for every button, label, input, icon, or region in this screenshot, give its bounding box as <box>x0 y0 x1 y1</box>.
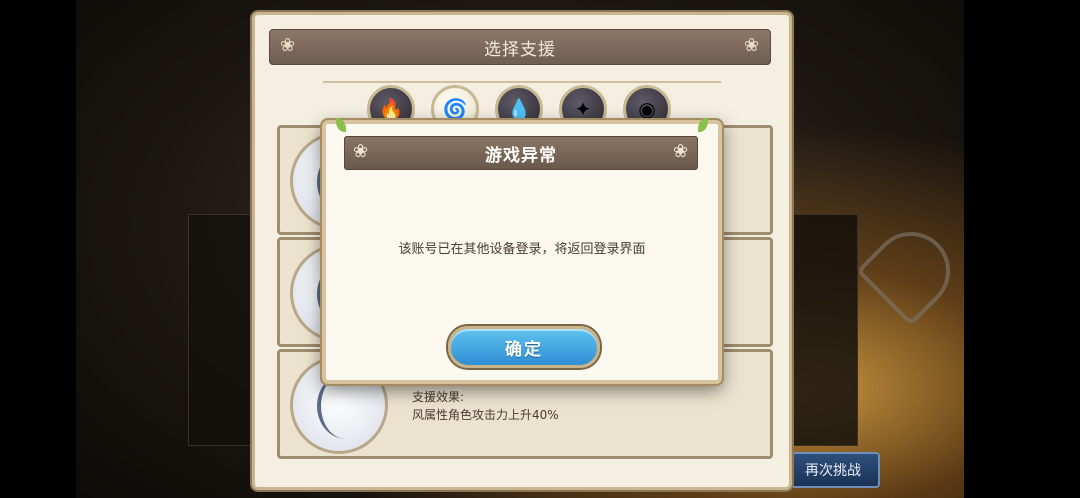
left-flourish-icon: ❀ <box>352 141 370 162</box>
error-dialog: ❀ 游戏异常 ❀ 该账号已在其他设备登录，将返回登录界面 确定 <box>322 118 722 384</box>
dialog-header: ❀ 游戏异常 ❀ <box>344 136 698 170</box>
dialog-message: 该账号已在其他设备登录，将返回登录界面 <box>398 242 646 257</box>
dialog-title: 游戏异常 <box>485 145 557 166</box>
confirm-button-label: 确定 <box>505 339 543 360</box>
leaf-decoration-icon <box>336 118 346 132</box>
right-flourish-icon: ❀ <box>672 141 690 162</box>
leaf-decoration-icon <box>698 118 708 132</box>
confirm-button[interactable]: 确定 <box>448 326 600 368</box>
